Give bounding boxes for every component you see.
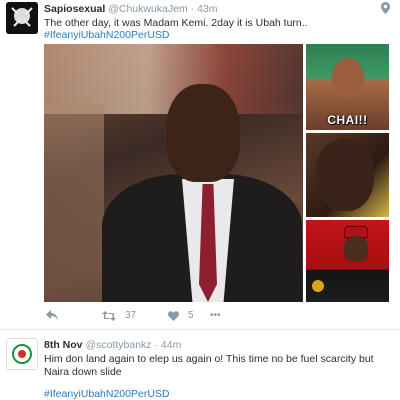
media-photo-face[interactable] [306, 133, 389, 217]
avatar[interactable] [6, 2, 38, 34]
retweet-count: 37 [125, 310, 137, 321]
hashtag-link[interactable]: #IfeanyiUbahN200PerUSD [44, 388, 170, 400]
separator: · [154, 339, 158, 351]
hashtag-link[interactable]: #IfeanyiUbahN200PerUSD [44, 29, 170, 41]
tweet-header: 8th Nov @scottybankz · 44m [44, 339, 181, 351]
timestamp[interactable]: 44m [161, 339, 181, 351]
reply-icon [46, 310, 58, 320]
user-handle[interactable]: @ChukwukaJem [108, 3, 188, 15]
like-icon [168, 310, 179, 321]
avatar[interactable] [6, 338, 38, 370]
media-photo-main[interactable] [44, 44, 303, 302]
retweet-button[interactable]: 37 [102, 310, 136, 321]
retweet-icon [102, 310, 116, 321]
reply-button[interactable] [46, 310, 58, 320]
separator: · [190, 3, 195, 15]
display-name[interactable]: Sapiosexual [44, 3, 105, 15]
like-button[interactable]: 5 [168, 310, 194, 321]
user-handle[interactable]: @scottybankz [85, 339, 151, 351]
tweet-media[interactable]: CHAI!! [44, 44, 389, 302]
tweet[interactable]: 8th Nov @scottybankz · 44m Him don land … [0, 331, 400, 400]
tweet-header: Sapiosexual @ChukwukaJem · 43m [44, 3, 218, 15]
tweet-text: Him don land again to elep us again o! T… [44, 353, 374, 378]
like-count: 5 [188, 310, 194, 321]
media-photo-red[interactable] [306, 220, 389, 302]
display-name[interactable]: 8th Nov [44, 339, 83, 351]
media-caption: CHAI!! [327, 113, 368, 127]
more-options-button[interactable]: ••• [210, 310, 221, 321]
media-photo-reaction[interactable]: CHAI!! [306, 44, 389, 130]
geo-pin-icon[interactable] [381, 2, 390, 17]
more-icon: ••• [210, 310, 221, 321]
timestamp[interactable]: 43m [197, 3, 217, 15]
tweet[interactable]: Sapiosexual @ChukwukaJem · 43m The other… [0, 0, 400, 330]
tweet-actions: 37 5 ••• [44, 310, 384, 324]
